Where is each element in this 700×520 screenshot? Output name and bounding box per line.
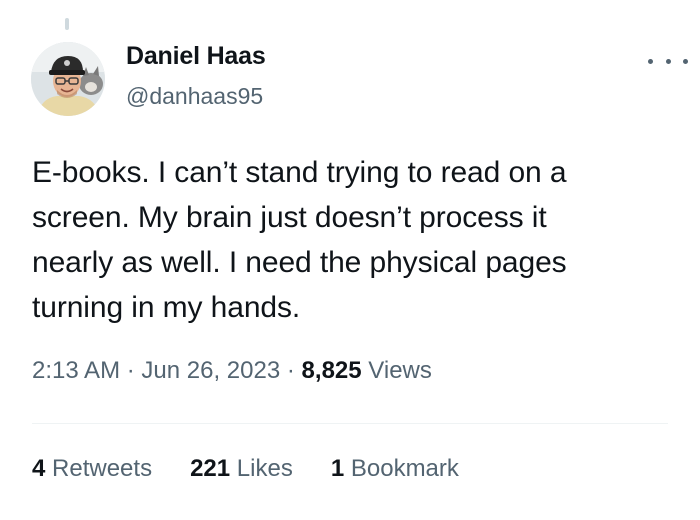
retweets-label: Retweets [52,455,153,482]
bookmarks-count: 1 [330,455,345,482]
divider [32,423,668,424]
thread-connector-line [65,18,69,30]
author-name[interactable]: Daniel Haas [126,42,266,71]
views-count: 8,825 [301,357,362,384]
avatar[interactable] [31,42,105,116]
retweets-stat[interactable]: 4 Retweets [32,455,152,483]
meta-separator: · [286,357,295,384]
dot [665,58,671,64]
meta-separator: · [126,357,135,384]
dot [683,58,688,64]
tweet-text-line: turning in my hands. [32,291,301,324]
dot [648,58,653,64]
tweet-text: E-books. I can’t stand trying to read on… [32,150,652,330]
likes-stat[interactable]: 221 Likes [190,455,293,483]
more-horizontal-icon[interactable] [648,50,688,72]
avatar-image [31,42,105,116]
tweet-stats: 4 Retweets 221 Likes 1 Bookmark [32,455,459,483]
views-label: Views [368,357,432,384]
tweet-text-line: nearly as well. I need the physical page… [32,246,567,279]
bookmarks-label: Bookmark [350,455,459,482]
tweet-time[interactable]: 2:13 AM [32,357,120,384]
tweet-date[interactable]: Jun 26, 2023 [141,357,280,384]
likes-label: Likes [236,455,293,482]
retweets-count: 4 [32,455,46,482]
tweet-text-line: screen. My brain just doesn’t process it [32,201,547,234]
bookmarks-stat[interactable]: 1 Bookmark [331,455,459,483]
tweet-text-line: E-books. I can’t stand trying to read on… [32,156,567,189]
tweet-card: Daniel Haas @danhaas95 E-books. I can’t … [0,0,700,520]
likes-count: 221 [190,455,231,482]
author-handle[interactable]: @danhaas95 [126,83,263,110]
tweet-meta: 2:13 AM · Jun 26, 2023 · 8,825 Views [32,357,432,385]
